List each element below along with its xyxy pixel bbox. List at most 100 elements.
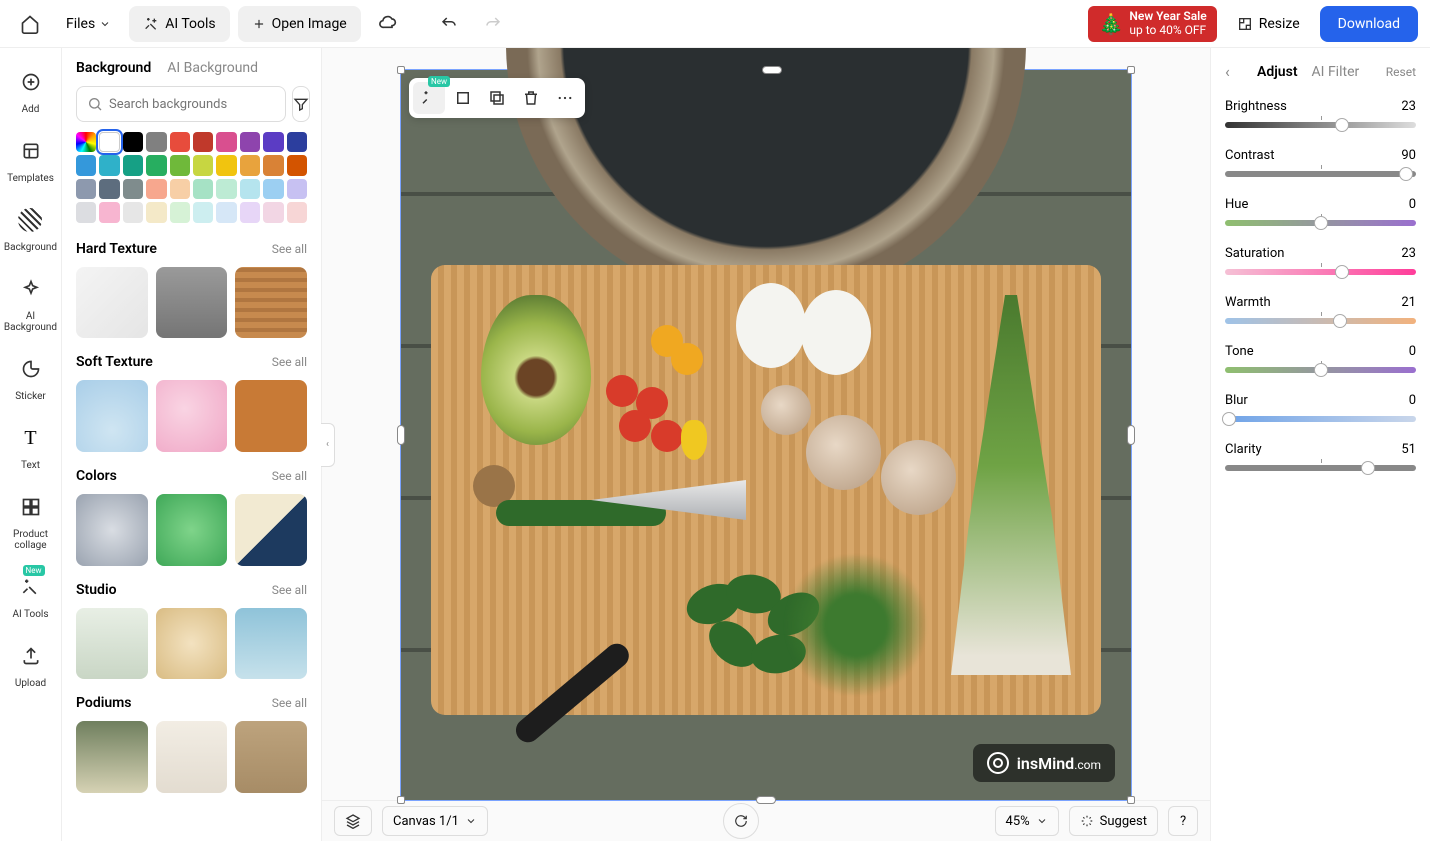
thumb-wood[interactable] [235, 267, 307, 339]
color-swatch[interactable] [216, 155, 236, 175]
color-swatch[interactable] [287, 202, 307, 222]
color-swatch[interactable] [193, 202, 213, 222]
thumb-leather[interactable] [235, 380, 307, 452]
slider-thumb[interactable] [1361, 461, 1375, 475]
tab-ai-filter[interactable]: AI Filter [1312, 64, 1360, 80]
filter-button[interactable] [292, 86, 310, 122]
back-button[interactable]: ‹ [1225, 62, 1243, 81]
color-swatch[interactable] [99, 132, 119, 152]
ctb-crop[interactable] [447, 82, 479, 114]
slider-track[interactable] [1225, 367, 1416, 373]
color-swatch[interactable] [263, 132, 283, 152]
nav-text[interactable]: T Text [13, 420, 49, 471]
slider-thumb[interactable] [1314, 363, 1328, 377]
slider-thumb[interactable] [1335, 265, 1349, 279]
slider-thumb[interactable] [1222, 412, 1236, 426]
color-swatch[interactable] [240, 179, 260, 199]
color-swatch[interactable] [193, 155, 213, 175]
color-swatch[interactable] [123, 132, 143, 152]
thumb-studio-blue[interactable] [235, 608, 307, 680]
nav-add[interactable]: Add [13, 64, 49, 115]
open-image-button[interactable]: Open Image [238, 6, 361, 42]
canvas-index-button[interactable]: Canvas 1/1 [382, 806, 488, 836]
suggest-button[interactable]: Suggest [1069, 806, 1158, 836]
color-swatch[interactable] [287, 155, 307, 175]
collapse-left-panel[interactable]: ‹ [321, 423, 335, 467]
color-swatch[interactable] [76, 202, 96, 222]
seeall-hard-texture[interactable]: See all [272, 242, 307, 256]
nav-ai-background[interactable]: AI Background [0, 271, 61, 333]
color-swatch[interactable] [99, 179, 119, 199]
thumb-studio-gold[interactable] [156, 608, 228, 680]
slider-track[interactable] [1225, 220, 1416, 226]
color-swatch[interactable] [99, 155, 119, 175]
ctb-delete[interactable] [515, 82, 547, 114]
cloud-sync-button[interactable] [369, 6, 405, 42]
nav-upload[interactable]: Upload [13, 638, 49, 689]
ctb-ai-remove[interactable]: New [413, 82, 445, 114]
color-swatch[interactable] [76, 132, 96, 152]
color-swatch[interactable] [263, 155, 283, 175]
color-swatch[interactable] [146, 179, 166, 199]
nav-product-collage[interactable]: Product collage [0, 489, 61, 551]
color-swatch[interactable] [240, 155, 260, 175]
ctb-more[interactable] [549, 82, 581, 114]
download-button[interactable]: Download [1320, 6, 1418, 42]
slider-track[interactable] [1225, 318, 1416, 324]
undo-button[interactable] [431, 6, 467, 42]
color-swatch[interactable] [263, 202, 283, 222]
color-swatch[interactable] [216, 132, 236, 152]
color-swatch[interactable] [170, 132, 190, 152]
color-swatch[interactable] [146, 202, 166, 222]
thumb-grey-gradient[interactable] [76, 494, 148, 566]
color-swatch[interactable] [170, 155, 190, 175]
slider-track[interactable] [1225, 122, 1416, 128]
slider-thumb[interactable] [1314, 216, 1328, 230]
color-swatch[interactable] [216, 179, 236, 199]
color-swatch[interactable] [146, 132, 166, 152]
color-swatch[interactable] [263, 179, 283, 199]
color-swatch[interactable] [123, 179, 143, 199]
sale-banner[interactable]: 🎄 New Year Sale up to 40% OFF [1088, 6, 1216, 42]
thumb-navy-cream[interactable] [235, 494, 307, 566]
refresh-button[interactable] [723, 803, 759, 839]
zoom-dropdown[interactable]: 45% [995, 806, 1059, 836]
thumb-concrete[interactable] [156, 267, 228, 339]
nav-background[interactable]: Background [4, 202, 57, 253]
resize-button[interactable]: Resize [1225, 6, 1312, 42]
color-swatch[interactable] [240, 132, 260, 152]
color-swatch[interactable] [287, 179, 307, 199]
tab-background[interactable]: Background [76, 60, 151, 76]
color-swatch[interactable] [146, 155, 166, 175]
slider-track[interactable] [1225, 465, 1416, 471]
thumb-water[interactable] [76, 380, 148, 452]
slider-track[interactable] [1225, 171, 1416, 177]
thumb-green-gradient[interactable] [156, 494, 228, 566]
slider-track[interactable] [1225, 416, 1416, 422]
color-swatch[interactable] [123, 202, 143, 222]
color-swatch[interactable] [76, 179, 96, 199]
tab-adjust[interactable]: Adjust [1257, 64, 1298, 80]
seeall-soft-texture[interactable]: See all [272, 355, 307, 369]
seeall-podiums[interactable]: See all [272, 696, 307, 710]
thumb-podium-green[interactable] [76, 721, 148, 793]
thumb-podium-tan[interactable] [235, 721, 307, 793]
search-backgrounds[interactable] [76, 86, 286, 122]
nav-templates[interactable]: Templates [7, 133, 54, 184]
thumb-podium-white[interactable] [156, 721, 228, 793]
redo-button[interactable] [475, 6, 511, 42]
tab-ai-background[interactable]: AI Background [167, 60, 258, 76]
nav-sticker[interactable]: Sticker [13, 351, 49, 402]
layers-button[interactable] [334, 806, 372, 836]
slider-thumb[interactable] [1399, 167, 1413, 181]
reset-button[interactable]: Reset [1386, 65, 1416, 79]
color-swatch[interactable] [216, 202, 236, 222]
help-button[interactable]: ? [1168, 806, 1198, 836]
files-dropdown[interactable]: Files [56, 6, 121, 42]
thumb-studio-plants[interactable] [76, 608, 148, 680]
color-swatch[interactable] [170, 179, 190, 199]
color-swatch[interactable] [240, 202, 260, 222]
ctb-duplicate[interactable] [481, 82, 513, 114]
color-swatch[interactable] [193, 132, 213, 152]
nav-ai-tools[interactable]: New AI Tools [12, 569, 48, 620]
